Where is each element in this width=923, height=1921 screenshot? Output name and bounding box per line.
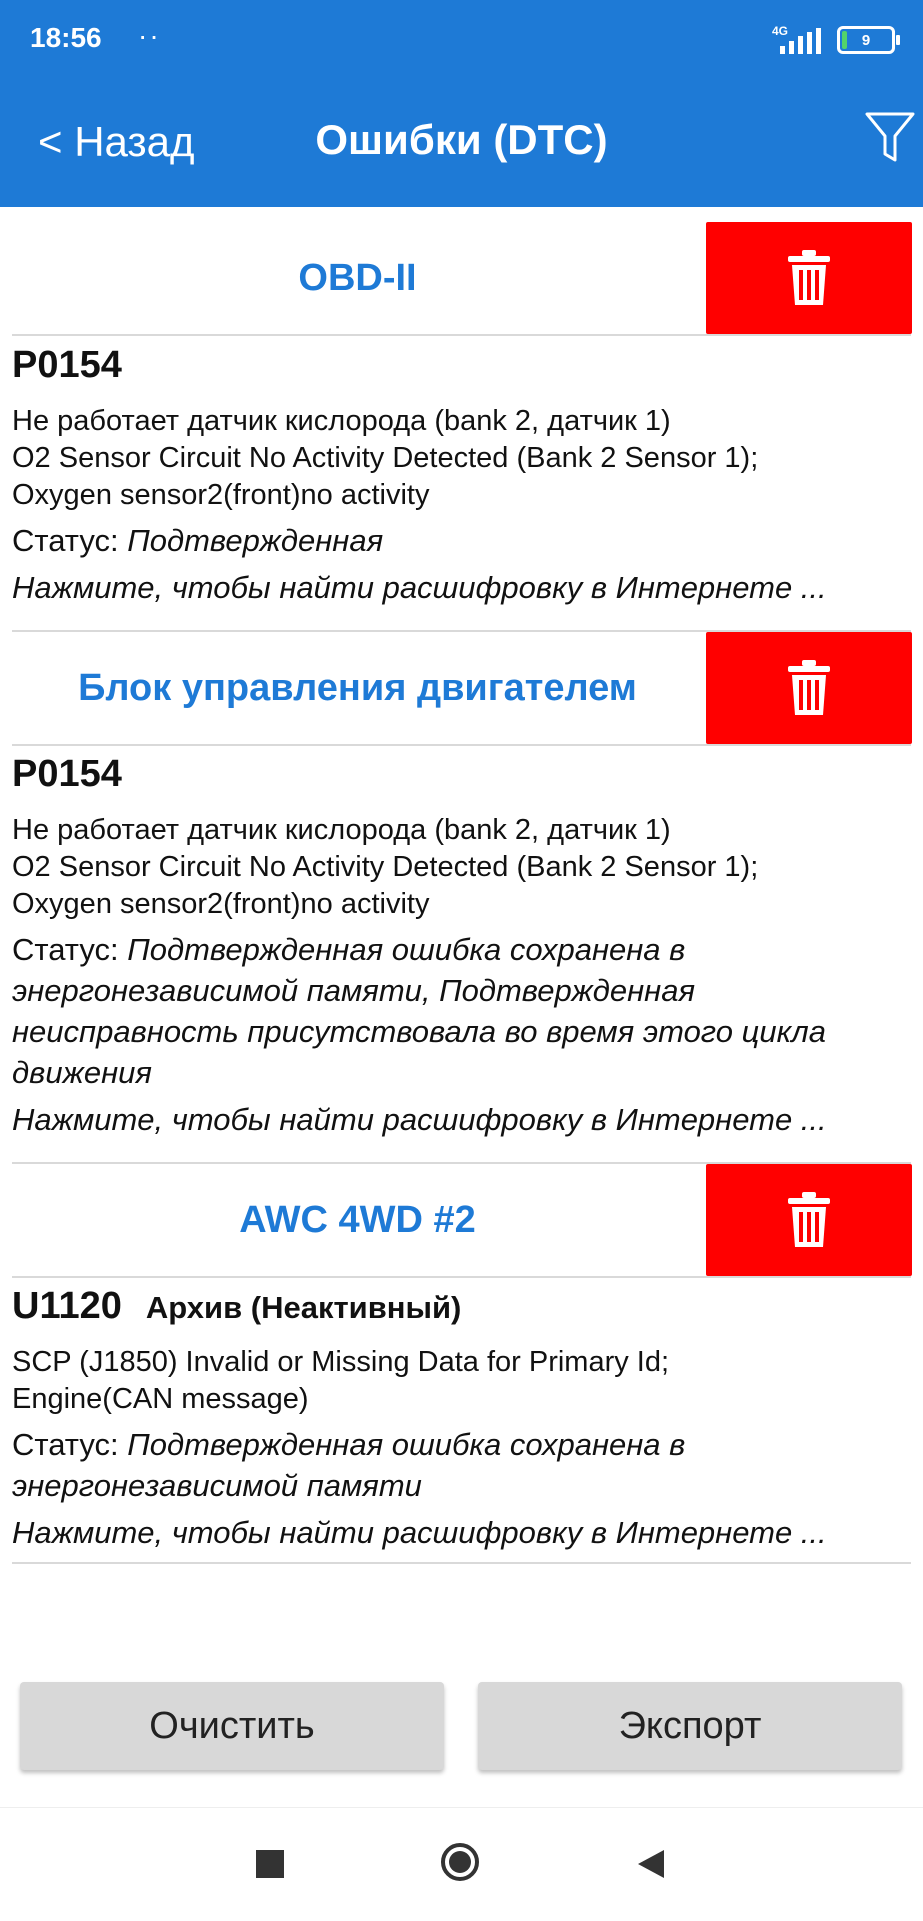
dtc-description-en2: Oxygen sensor2(front)no activity	[12, 479, 430, 511]
dtc-description-en: O2 Sensor Circuit No Activity Detected (…	[12, 851, 759, 883]
dtc-description: Не работает датчик кислорода (bank 2, да…	[12, 403, 902, 514]
app-bar: < Назад Ошибки (DTC)	[0, 80, 923, 207]
divider	[12, 1562, 911, 1564]
trash-icon	[788, 1192, 830, 1247]
dtc-code: P0154	[12, 753, 122, 795]
delete-button[interactable]	[706, 632, 912, 744]
back-nav-icon[interactable]	[636, 1848, 666, 1880]
section-header-awc: AWC 4WD #2	[0, 1164, 923, 1276]
clear-button[interactable]: Очистить	[20, 1682, 444, 1770]
filter-icon[interactable]	[864, 110, 916, 166]
trash-icon	[788, 660, 830, 715]
dtc-description-en2: Engine(CAN message)	[12, 1383, 309, 1415]
dtc-item[interactable]: P0154 Не работает датчик кислорода (bank…	[12, 752, 902, 1140]
dtc-status: Статус: Подтвержденная ошибка сохранена …	[12, 929, 902, 1093]
section-header-obd: OBD-II	[0, 222, 923, 334]
status-label: Статус:	[12, 523, 119, 558]
status-time: 18:56	[30, 22, 102, 53]
dtc-item[interactable]: P0154 Не работает датчик кислорода (bank…	[12, 343, 902, 608]
search-online-link[interactable]: Нажмите, чтобы найти расшифровку в Интер…	[12, 567, 902, 608]
dtc-status: Статус: Подтвержденная ошибка сохранена …	[12, 1424, 902, 1506]
battery-level: 9	[861, 31, 871, 49]
system-nav-bar	[0, 1807, 923, 1921]
trash-icon	[788, 250, 830, 305]
dtc-status: Статус: Подтвержденная	[12, 520, 902, 561]
status-value: Подтвержденная ошибка сохранена в энерго…	[12, 932, 826, 1090]
search-online-link[interactable]: Нажмите, чтобы найти расшифровку в Интер…	[12, 1512, 902, 1553]
recents-icon[interactable]	[256, 1850, 284, 1878]
dtc-item[interactable]: U1120 Архив (Неактивный) SCP (J1850) Inva…	[12, 1284, 902, 1553]
delete-button[interactable]	[706, 1164, 912, 1276]
dtc-description-en2: Oxygen sensor2(front)no activity	[12, 888, 430, 920]
signal-icon	[780, 28, 821, 54]
dtc-code: U1120 Архив (Неактивный)	[12, 1284, 902, 1334]
dtc-description: Не работает датчик кислорода (bank 2, да…	[12, 812, 902, 923]
notification-dots: ··	[138, 20, 161, 51]
dtc-description: SCP (J1850) Invalid or Missing Data for …	[12, 1344, 902, 1418]
section-title: AWC 4WD #2	[239, 1198, 476, 1241]
status-value: Подтвержденная	[127, 523, 384, 558]
dtc-description-en: O2 Sensor Circuit No Activity Detected (…	[12, 442, 759, 474]
dtc-code: P0154	[12, 344, 122, 386]
status-label: Статус:	[12, 932, 119, 967]
export-button[interactable]: Экспорт	[478, 1682, 902, 1770]
home-icon[interactable]	[440, 1842, 480, 1882]
search-online-link[interactable]: Нажмите, чтобы найти расшифровку в Интер…	[12, 1099, 902, 1140]
dtc-description-en: SCP (J1850) Invalid or Missing Data for …	[12, 1346, 670, 1378]
archive-badge: Архив (Неактивный)	[145, 1290, 462, 1325]
dtc-code-value: U1120	[12, 1285, 122, 1327]
dtc-description-ru: Не работает датчик кислорода (bank 2, да…	[12, 405, 671, 437]
page-title: Ошибки (DTC)	[315, 116, 608, 163]
delete-button[interactable]	[706, 222, 912, 334]
battery-icon: 9	[837, 26, 900, 54]
divider	[12, 744, 911, 746]
section-title: Блок управления двигателем	[78, 666, 637, 709]
divider	[12, 1276, 911, 1278]
status-bar: 18:56 ·· 4G 9	[0, 0, 923, 80]
section-header-engine: Блок управления двигателем	[0, 632, 923, 744]
dtc-description-ru: Не работает датчик кислорода (bank 2, да…	[12, 814, 671, 846]
status-label: Статус:	[12, 1427, 119, 1462]
divider	[12, 334, 911, 336]
section-title: OBD-II	[298, 256, 417, 299]
